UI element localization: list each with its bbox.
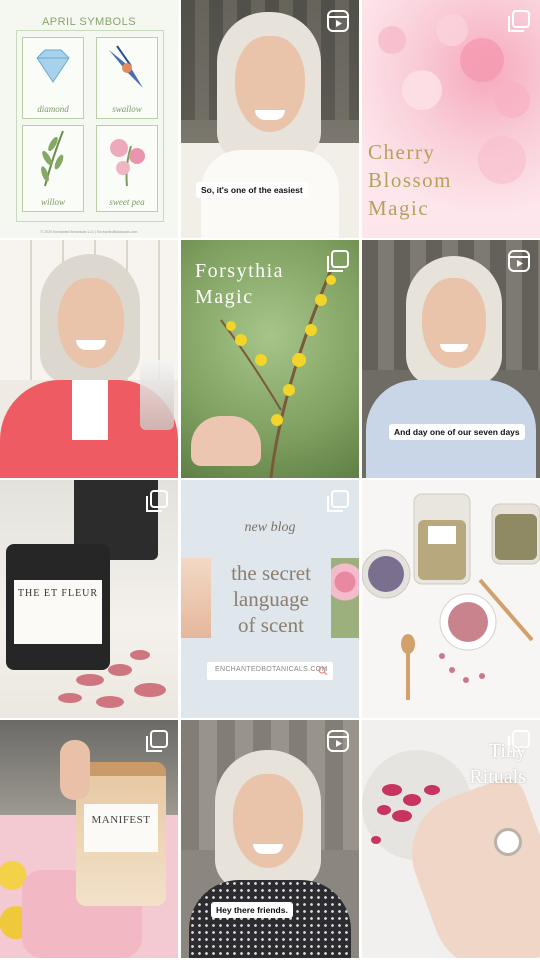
post-coral-cardigan[interactable] [0,240,178,478]
sweet-pea-card: sweet pea [96,125,158,212]
perfume-thumb [181,558,211,638]
post-forsythia[interactable]: Forsythia Magic [181,240,359,478]
diamond-card: diamond [22,37,84,119]
blog-url: ENCHANTEDBOTANICALS.COM [215,666,328,673]
carousel-icon [146,730,168,752]
carousel-icon [327,490,349,512]
video-caption: And day one of our seven days [389,424,525,440]
ring [494,828,522,856]
profile-post-grid: APRIL SYMBOLS diamond swallow willow swe… [0,0,540,960]
roses-thumb [331,558,359,638]
blog-url-bar: ENCHANTEDBOTANICALS.COM [207,662,333,680]
carousel-icon [327,250,349,272]
carousel-icon [146,490,168,512]
post-candle[interactable]: THE ET FLEUR [0,480,178,718]
post-video-hey-friends[interactable]: Hey there friends. [181,720,359,958]
search-icon [318,666,328,676]
willow-illustration [41,130,64,187]
post-video-easiest[interactable]: So, it's one of the easiest [181,0,359,238]
blog-title: the secret language of scent [231,561,311,637]
post-herb-jars[interactable] [362,480,540,718]
diamond-illustration [36,49,70,83]
carousel-icon [508,10,530,32]
willow-card: willow [22,125,84,212]
rose-petals-illustration [58,650,166,708]
swallow-illustration [109,45,143,88]
manifest-label: MANIFEST [84,804,158,852]
post-title: Tiny Rituals [469,740,526,788]
herb-jars-illustration [362,493,540,700]
post-title: Cherry Blossom Magic [368,140,453,220]
post-footer: © 2025 Enchanted Botanicals LLC | Enchan… [40,230,138,234]
symbol-label: diamond [37,104,69,114]
reel-icon [327,730,349,752]
post-video-seven-days[interactable]: And day one of our seven days [362,240,540,478]
symbol-label: willow [40,197,65,207]
reel-icon [327,10,349,32]
sweet-pea-illustration [110,139,145,187]
reel-icon [508,250,530,272]
post-title: Forsythia Magic [195,260,285,308]
post-april-symbols[interactable]: APRIL SYMBOLS diamond swallow willow swe… [0,0,178,238]
post-new-blog[interactable]: new blog the secret language of scent EN… [181,480,359,718]
video-caption: So, it's one of the easiest [196,182,308,198]
post-manifest[interactable]: MANIFEST [0,720,178,958]
video-caption: Hey there friends. [211,902,293,918]
post-tiny-rituals[interactable]: Tiny Rituals [362,720,540,958]
post-title: APRIL SYMBOLS [41,16,137,28]
blog-kicker: new blog [244,520,296,535]
swallow-card: swallow [96,37,158,119]
symbol-label: sweet pea [109,197,145,207]
post-cherry-blossom[interactable]: Cherry Blossom Magic [362,0,540,238]
symbol-label: swallow [112,104,142,114]
polka-dot-blouse [189,880,351,958]
